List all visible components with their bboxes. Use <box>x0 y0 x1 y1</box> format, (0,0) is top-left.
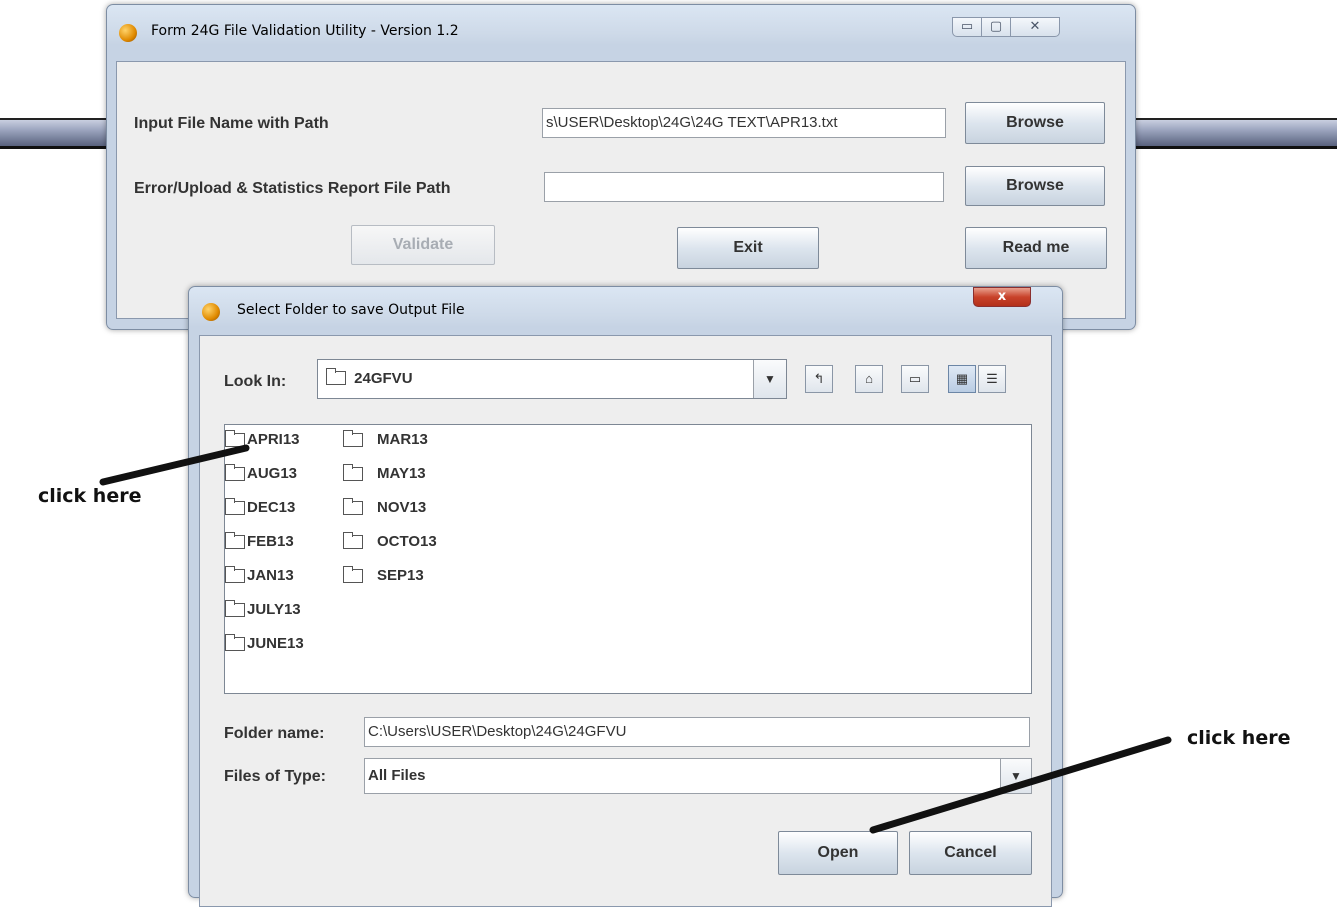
annotation-line-right <box>869 736 1172 834</box>
annotation-line-left <box>99 444 250 486</box>
annotation-arrows <box>99 444 1172 834</box>
